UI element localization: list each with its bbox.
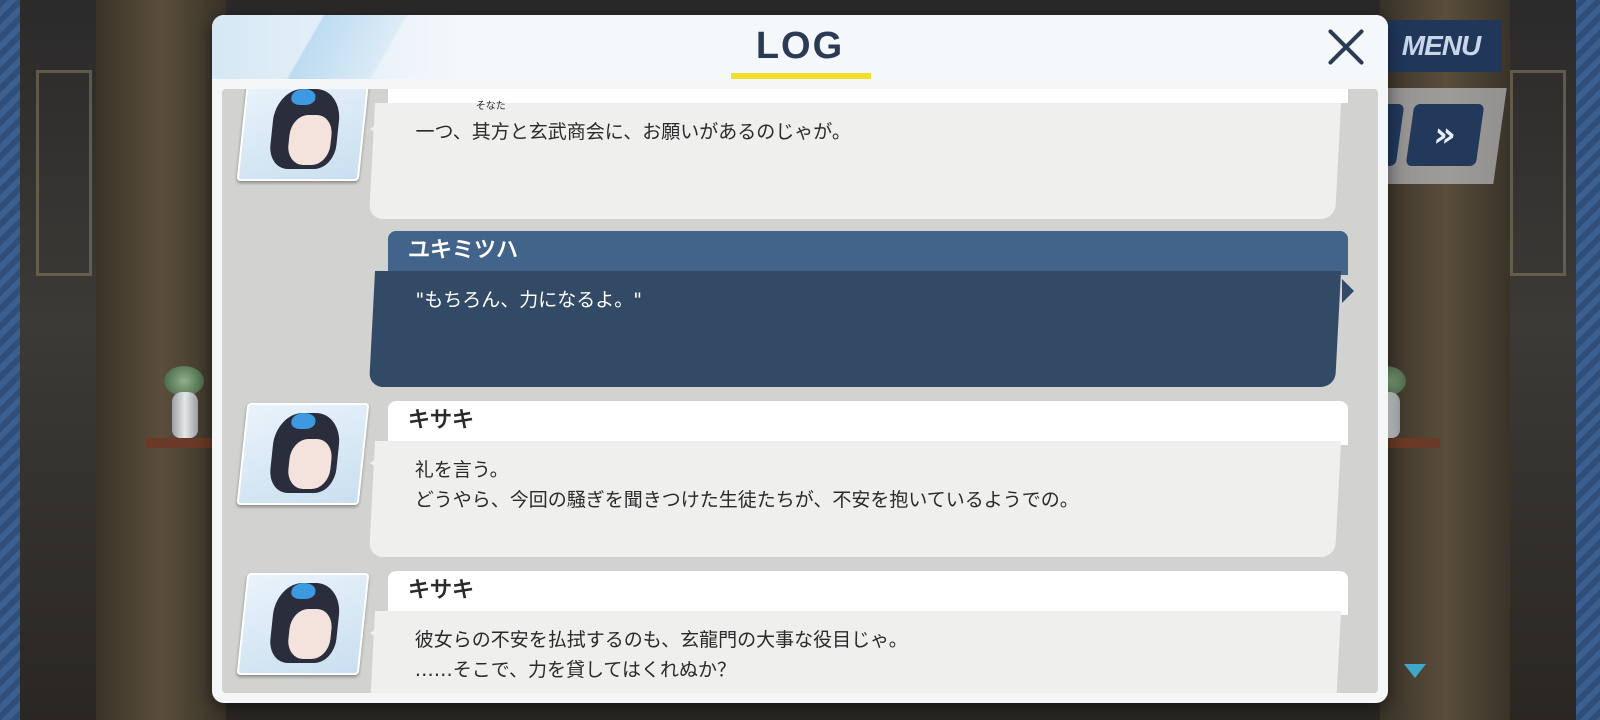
message-line: 礼を言う。	[414, 459, 509, 481]
ruby-word: 其方 そなた	[471, 101, 510, 147]
butterfly-ornament-icon	[290, 413, 317, 429]
message-bubble: 彼女らの不安を払拭するのも、玄龍門の大事な役目じゃ。 ……そこで、力を貸してはく…	[368, 611, 1342, 693]
message-text: と玄武商会に、お願いがあるのじゃが。	[509, 121, 851, 143]
speaker-name-bar: キサキ	[388, 571, 1348, 615]
title-underline	[731, 73, 871, 79]
log-window: LOG 一つ、其方そなたと玄武商会に、お願いがあるのじゃが。 ユキミツハ "	[212, 15, 1388, 703]
message-bubble: 礼を言う。 どうやら、今回の騒ぎを聞きつけた生徒たちが、不安を抱いているようでの…	[368, 441, 1342, 557]
message-text: 一つ、	[415, 121, 472, 143]
ruby-reading: そなた	[475, 101, 506, 112]
speaker-portrait	[236, 89, 370, 181]
speaker-name-bar	[388, 89, 1348, 103]
log-scrollbar[interactable]	[1364, 89, 1374, 693]
message-line: 彼女らの不安を払拭するのも、玄龍門の大事な役目じゃ。	[414, 629, 908, 651]
left-pillar	[96, 0, 226, 720]
log-entry: キサキ 礼を言う。 どうやら、今回の騒ぎを聞きつけた生徒たちが、不安を抱いている…	[222, 401, 1362, 561]
speaker-portrait	[236, 403, 370, 505]
message-text: "もちろん、力になるよ。"	[415, 289, 643, 311]
log-title: LOG	[755, 25, 845, 67]
fast-forward-icon: »	[1431, 115, 1459, 155]
log-entry: 一つ、其方 そなた と玄武商会に、お願いがあるのじゃが。	[222, 89, 1362, 219]
speaker-name-bar: ユキミツハ	[388, 231, 1348, 275]
log-header: LOG	[212, 15, 1388, 79]
fast-forward-button[interactable]: »	[1405, 104, 1485, 166]
message-bubble: "もちろん、力になるよ。"	[368, 271, 1342, 387]
speaker-name-bar: キサキ	[388, 401, 1348, 445]
menu-button[interactable]: MENU	[1380, 20, 1502, 72]
bubble-pointer	[1342, 279, 1354, 303]
close-icon[interactable]	[1324, 25, 1368, 69]
log-entry: キサキ 彼女らの不安を払拭するのも、玄龍門の大事な役目じゃ。 ……そこで、力を貸…	[222, 571, 1362, 693]
vase-left	[172, 392, 198, 438]
wall-panel-left	[36, 70, 92, 276]
ruby-base: 其方	[471, 121, 510, 143]
butterfly-ornament-icon	[290, 583, 317, 599]
message-line: ……そこで、力を貸してはくれぬか？	[414, 659, 737, 681]
log-entry-player: ユキミツハ "もちろん、力になるよ。"	[222, 231, 1362, 391]
message-line: どうやら、今回の騒ぎを聞きつけた生徒たちが、不安を抱いているようでの。	[414, 489, 1079, 511]
wall-panel-right	[1510, 70, 1566, 276]
next-indicator-icon	[1404, 664, 1426, 678]
speaker-portrait	[236, 573, 370, 675]
message-bubble: 一つ、其方 そなた と玄武商会に、お願いがあるのじゃが。	[368, 101, 1342, 219]
log-list[interactable]: 一つ、其方 そなた と玄武商会に、お願いがあるのじゃが。 ユキミツハ "もちろん、力…	[222, 89, 1378, 693]
butterfly-ornament-icon	[290, 89, 317, 105]
